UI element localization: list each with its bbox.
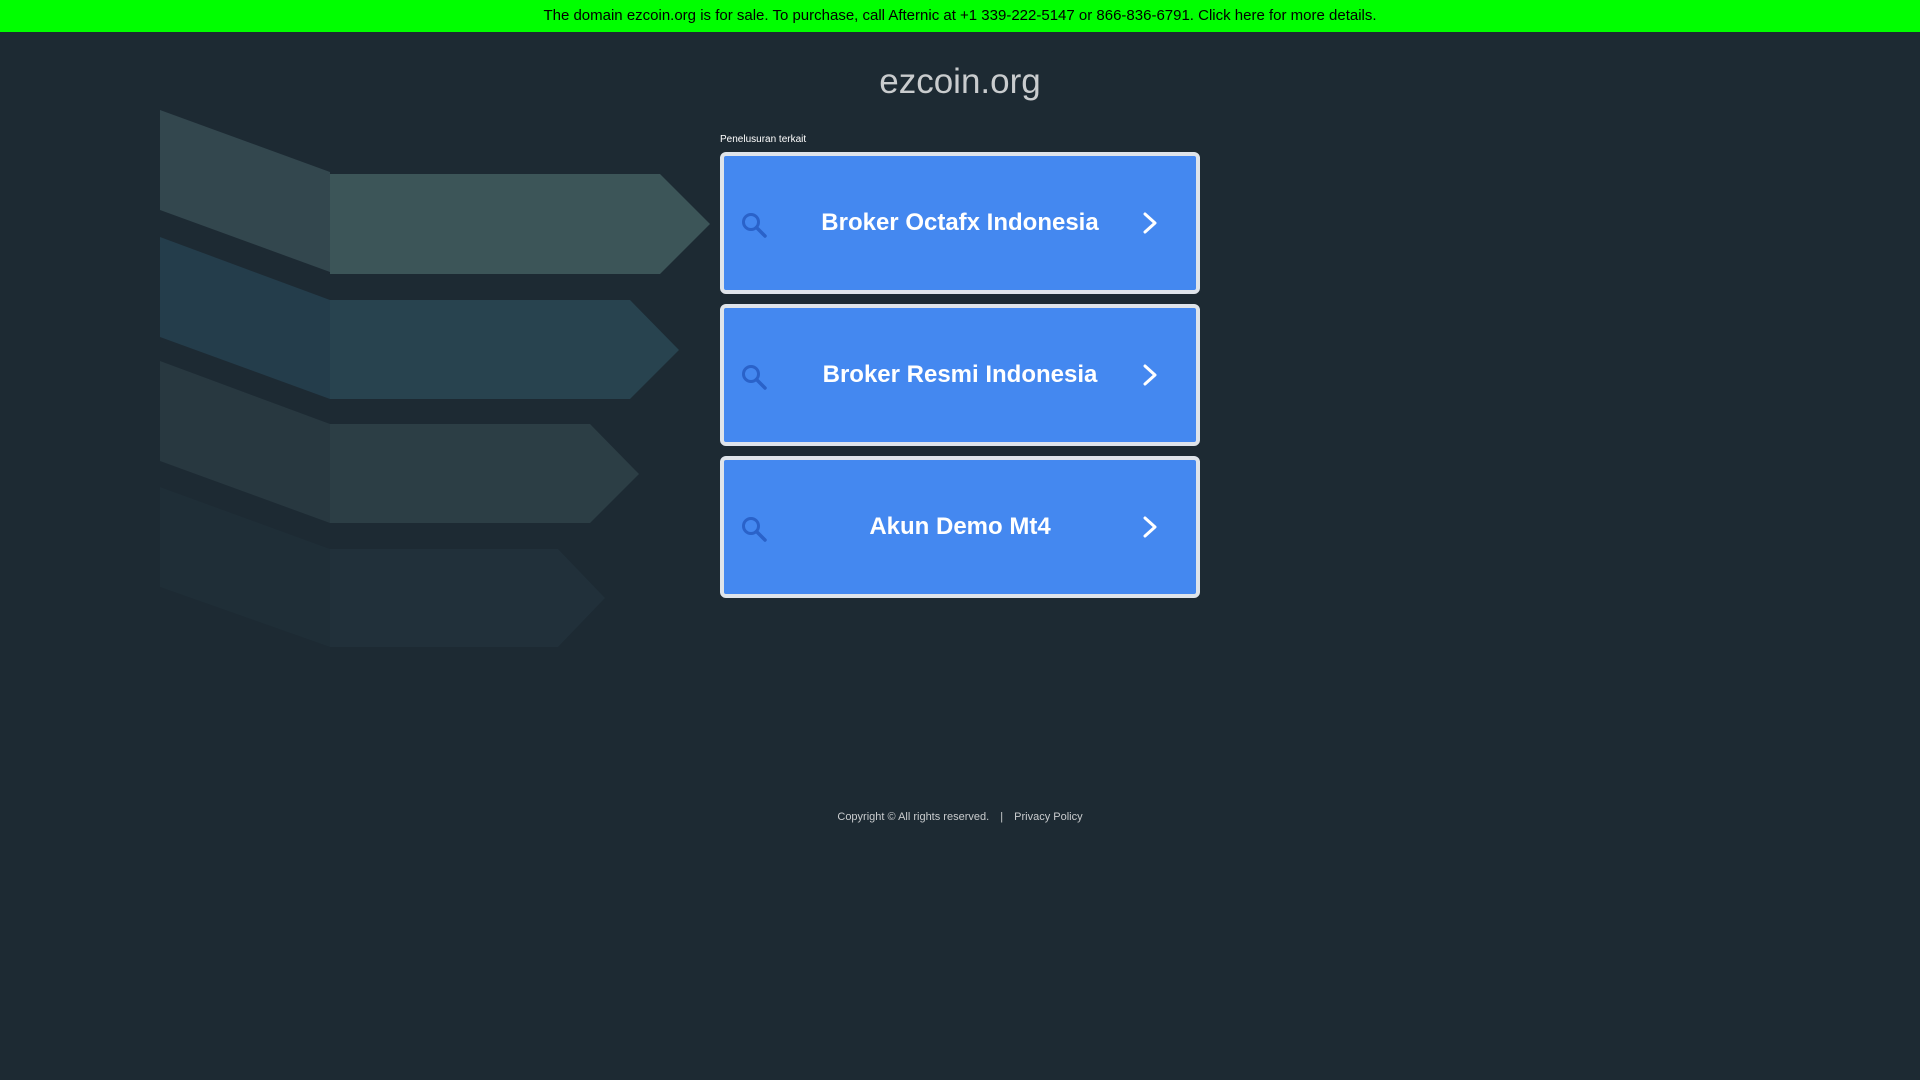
site-title: ezcoin.org (879, 62, 1041, 101)
related-searches-label: Penelusuran terkait (720, 134, 807, 145)
copyright-text: Copyright © All rights reserved. (837, 811, 990, 823)
chevron-right-icon (1143, 364, 1157, 386)
related-search-link-broker-resmi-indonesia[interactable]: Broker Resmi Indonesia (720, 304, 1200, 446)
privacy-policy-link[interactable]: Privacy Policy (1014, 811, 1082, 823)
related-search-link-broker-octafx-indonesia[interactable]: Broker Octafx Indonesia (720, 152, 1200, 294)
decor-arrow-row-1 (160, 110, 710, 274)
related-search-label: Akun Demo Mt4 (869, 513, 1051, 540)
decorative-arrows-graphic (160, 110, 710, 647)
related-search-link-akun-demo-mt4[interactable]: Akun Demo Mt4 (720, 456, 1200, 598)
search-icon (742, 517, 767, 542)
search-icon (742, 213, 767, 238)
chevron-right-icon (1143, 212, 1157, 234)
chevron-right-icon (1143, 516, 1157, 538)
related-search-label: Broker Octafx Indonesia (821, 209, 1099, 236)
footer: Copyright © All rights reserved. | Priva… (0, 810, 1920, 824)
search-icon (742, 365, 767, 390)
domain-sale-banner[interactable]: The domain ezcoin.org is for sale. To pu… (0, 0, 1920, 32)
related-search-label: Broker Resmi Indonesia (822, 361, 1098, 388)
footer-separator: | (1000, 811, 1004, 823)
